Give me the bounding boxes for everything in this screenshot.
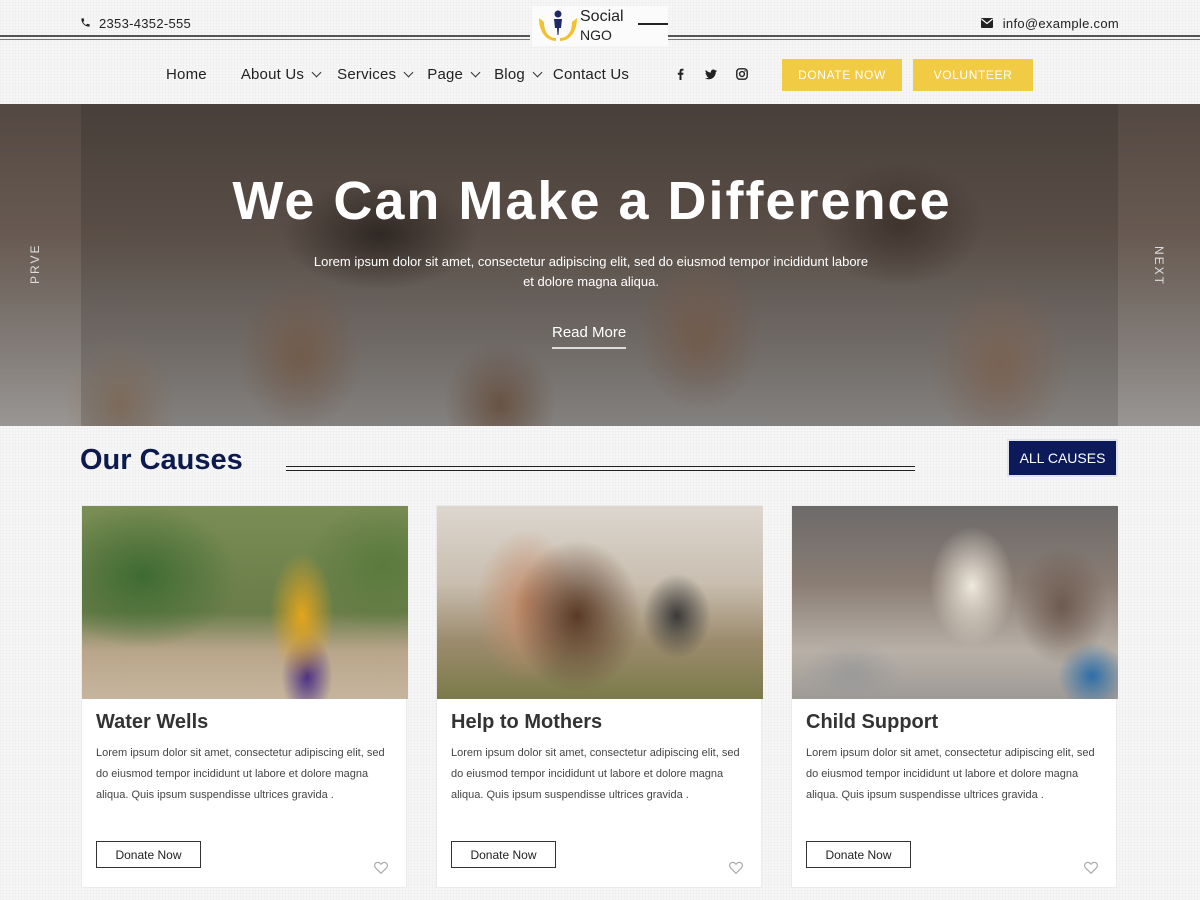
cause-card-water-wells: Water Wells Lorem ipsum dolor sit amet, … — [81, 505, 408, 888]
cause-image — [437, 506, 763, 699]
donate-button[interactable]: Donate Now — [96, 841, 201, 868]
phone-number: 2353-4352-555 — [99, 16, 192, 31]
cause-title[interactable]: Water Wells — [96, 711, 208, 734]
cause-image — [792, 506, 1118, 699]
hero-title: We Can Make a Difference — [232, 171, 952, 231]
nav-label-blog: Blog — [494, 66, 525, 83]
email-address: info@example.com — [1002, 16, 1119, 31]
cause-title[interactable]: Help to Mothers — [451, 711, 602, 734]
nav-item-home[interactable]: Home — [166, 66, 207, 83]
cause-card-child-support: Child Support Lorem ipsum dolor sit amet… — [791, 505, 1118, 888]
nav-label-contact: Contact Us — [552, 66, 630, 83]
slider-next-button[interactable]: NEXT — [1152, 246, 1166, 286]
nav-item-services[interactable]: Services — [337, 66, 414, 83]
heart-icon[interactable] — [729, 861, 743, 875]
twitter-icon[interactable] — [705, 67, 717, 81]
nav-item-about[interactable]: About Us — [240, 66, 322, 83]
chevron-down-icon — [470, 67, 481, 78]
phone-icon — [80, 16, 91, 31]
site-logo[interactable]: Social NGO — [532, 6, 668, 46]
nav-label-services: Services — [337, 66, 397, 83]
main-nav: Home About Us Services Page Blog Contact… — [166, 66, 629, 83]
cause-image — [82, 506, 408, 699]
read-more-link[interactable]: Read More — [552, 324, 627, 349]
nav-item-contact[interactable]: Contact Us — [553, 66, 629, 83]
section-title: Our Causes — [80, 444, 243, 476]
header: 2353-4352-555 Social NGO info@example.co… — [0, 0, 1200, 104]
nav-item-page[interactable]: Page — [427, 66, 481, 83]
logo-dash — [638, 23, 668, 25]
social-links — [674, 67, 748, 81]
donate-button[interactable]: Donate Now — [451, 841, 556, 868]
header-divider-left — [0, 35, 530, 40]
nav-label-about: About Us — [240, 66, 305, 83]
volunteer-button[interactable]: VOLUNTEER — [913, 59, 1033, 91]
nav-label-page: Page — [427, 66, 464, 83]
slider-prev-button[interactable]: PRVE — [28, 244, 42, 284]
all-causes-button[interactable]: ALL CAUSES — [1007, 439, 1118, 477]
cause-title[interactable]: Child Support — [806, 711, 938, 734]
hero-slider: We Can Make a Difference Lorem ipsum dol… — [0, 104, 1200, 426]
cause-description: Lorem ipsum dolor sit amet, consectetur … — [96, 747, 385, 801]
heart-icon[interactable] — [374, 861, 388, 875]
nav-item-blog[interactable]: Blog — [494, 66, 543, 83]
cause-description: Lorem ipsum dolor sit amet, consectetur … — [806, 747, 1095, 801]
instagram-icon[interactable] — [736, 67, 748, 81]
envelope-icon — [980, 16, 993, 31]
heart-icon[interactable] — [1084, 861, 1098, 875]
phone-contact[interactable]: 2353-4352-555 — [80, 16, 191, 31]
section-divider — [286, 466, 915, 471]
facebook-icon[interactable] — [674, 67, 686, 81]
donate-button[interactable]: Donate Now — [806, 841, 911, 868]
logo-hands-icon — [536, 8, 580, 44]
chevron-down-icon — [403, 67, 414, 78]
logo-text-ngo: NGO — [580, 27, 612, 43]
cause-description: Lorem ipsum dolor sit amet, consectetur … — [451, 747, 740, 801]
chevron-down-icon — [311, 67, 322, 78]
logo-text-social: Social — [580, 8, 624, 25]
email-contact[interactable]: info@example.com — [980, 16, 1119, 31]
donate-now-button[interactable]: DONATE NOW — [782, 59, 902, 91]
nav-label-home: Home — [166, 66, 207, 83]
hero-subtitle: Lorem ipsum dolor sit amet, consectetur … — [313, 254, 869, 289]
header-divider-right — [668, 35, 1200, 40]
chevron-down-icon — [532, 67, 543, 78]
cause-card-help-mothers: Help to Mothers Lorem ipsum dolor sit am… — [436, 505, 763, 888]
